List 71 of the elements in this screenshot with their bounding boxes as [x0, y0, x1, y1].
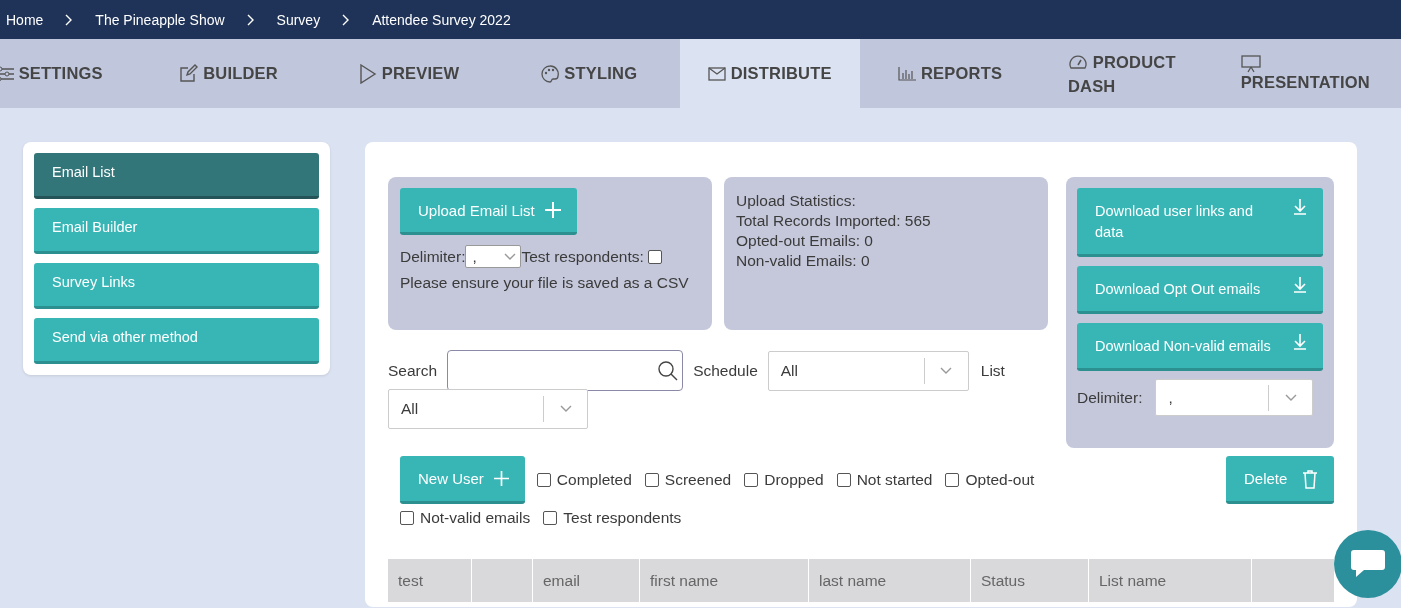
nav-tab[interactable]: REPORTS [859, 39, 1041, 108]
checkbox[interactable] [536, 473, 551, 487]
column-header: test [388, 559, 472, 602]
breadcrumb-link[interactable]: Attendee Survey 2022 [372, 11, 511, 28]
delimiter-label: Delimiter: [400, 247, 466, 266]
download-icon [1293, 198, 1307, 215]
statistic-text: Total Records Imported: 565 [736, 211, 932, 231]
plus-icon [544, 202, 561, 218]
checkbox[interactable] [647, 249, 662, 264]
checkbox[interactable] [644, 473, 659, 487]
search-label: Search [388, 361, 438, 380]
chevron-icon [504, 252, 517, 261]
chevron-right-icon [246, 13, 255, 26]
nav-tab[interactable]: PREVIEW [318, 39, 500, 108]
nav-tab[interactable]: STYLING [499, 39, 680, 108]
checkbox[interactable] [836, 473, 851, 487]
test-respondents-label: Test respondents: [521, 247, 644, 266]
chat-icon [1350, 548, 1386, 580]
checkbox-label: Opted-out [965, 471, 1035, 489]
edit-icon [179, 64, 199, 83]
checkbox[interactable] [744, 473, 759, 487]
bar-chart-icon [897, 66, 916, 81]
envelope-icon [707, 66, 726, 81]
statistic-text: Upload Statistics: [736, 191, 857, 211]
chevron-right-icon [342, 13, 351, 26]
statistic-text: Opted-out Emails: 0 [736, 231, 874, 251]
checkbox-label: Not started [856, 471, 933, 489]
search-icon [658, 360, 679, 381]
plus-icon [493, 471, 509, 486]
breadcrumb-link[interactable]: The Pineapple Show [95, 11, 225, 28]
checkbox-label: Completed [556, 471, 632, 489]
download-icon [1293, 276, 1307, 293]
column-header: last name [809, 559, 971, 602]
nav-tab[interactable]: BUILDER [138, 39, 319, 108]
file-format-note: Please ensure your file is saved as a CSV [400, 273, 690, 293]
presentation-icon [1240, 55, 1261, 73]
checkbox-label: Not-valid emails [420, 509, 531, 527]
checkbox[interactable] [400, 511, 414, 525]
statistic-text: Non-valid Emails: 0 [736, 251, 871, 271]
checkbox-label: Dropped [764, 471, 824, 489]
list-label: List [980, 361, 1005, 380]
play-icon [358, 63, 377, 84]
breadcrumb-link[interactable]: Survey [276, 11, 321, 28]
chevron-right-icon [65, 13, 74, 26]
checkbox-label: Test respondents [563, 509, 682, 527]
schedule-dropdown[interactable]: All [767, 350, 969, 391]
checkbox[interactable] [945, 473, 960, 487]
chevron-icon [559, 405, 572, 413]
delimiter-label: Delimiter: [1077, 388, 1143, 407]
nav-tab[interactable]: PRESENTATION [1220, 39, 1401, 108]
download-icon [1293, 333, 1307, 350]
nav-tab[interactable]: SETTINGS [0, 39, 139, 108]
schedule-label: Schedule [693, 361, 758, 380]
chevron-icon [940, 366, 953, 375]
checkbox[interactable] [543, 511, 558, 525]
column-header: email [533, 559, 640, 602]
delimiter-dropdown[interactable]: , [465, 245, 522, 268]
nav-tab[interactable]: PRODUCT DASH [1040, 39, 1221, 108]
column-header: Status [971, 559, 1089, 602]
trash-icon [1302, 468, 1318, 489]
sidebar-item[interactable]: Email List [34, 153, 319, 199]
gauge-icon [1067, 53, 1088, 70]
delimiter-dropdown[interactable]: , [1155, 379, 1314, 416]
palette-icon [541, 64, 560, 83]
column-header: List name [1089, 559, 1252, 602]
nav-tab[interactable]: DISTRIBUTE [679, 39, 860, 108]
checkbox-label: Screened [664, 471, 732, 489]
chevron-icon [1284, 393, 1297, 402]
list-dropdown[interactable]: All [388, 389, 588, 429]
breadcrumb-link[interactable]: Home [6, 11, 44, 28]
column-header: first name [640, 559, 809, 602]
